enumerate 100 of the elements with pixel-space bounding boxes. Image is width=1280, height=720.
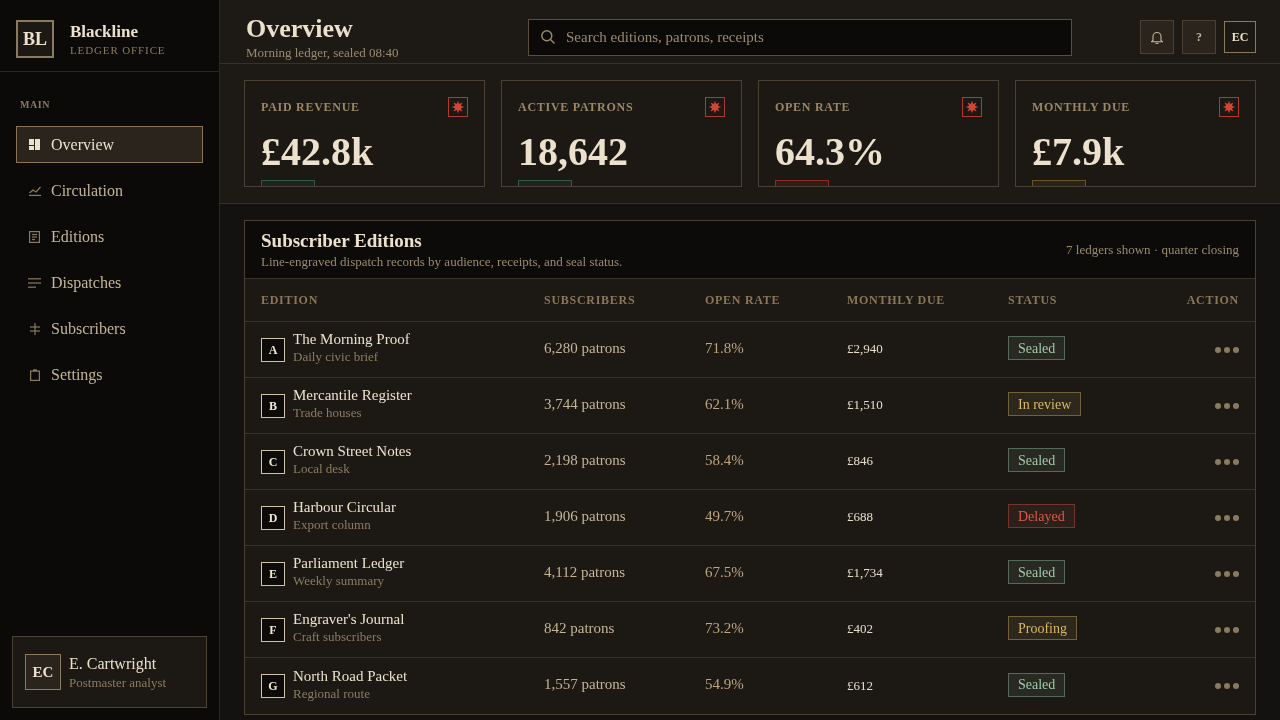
user-avatar: EC [25, 654, 61, 690]
status-badge: Proofing [1008, 616, 1077, 640]
table-cell-text: 6,280 patrons [544, 338, 626, 358]
table-cell-text: 54.9% [705, 675, 744, 695]
clipboard-icon [29, 368, 40, 381]
page-title: Overview [246, 14, 353, 44]
column-header: MONTHLY DUE [847, 292, 946, 309]
search-field[interactable]: Search editions, patrons, receipts [528, 19, 1072, 56]
starburst-icon [1219, 97, 1239, 117]
table-cell-text: £1,734 [847, 564, 883, 583]
initial-tile: C [261, 449, 285, 474]
table-cell-text: 67.5% [705, 562, 744, 582]
status-badge: In review [1008, 392, 1082, 416]
document-icon [29, 230, 40, 243]
sidebar-item[interactable]: Circulation [16, 172, 203, 209]
initial-tile: G [261, 674, 285, 698]
table-cell-text: 49.7% [705, 506, 744, 526]
more-icon[interactable] [1215, 570, 1239, 577]
notifications-button[interactable] [1140, 20, 1174, 54]
more-icon[interactable] [1215, 626, 1239, 633]
more-icon[interactable] [1215, 514, 1239, 521]
stat-value: 18,642 [518, 132, 628, 172]
status-badge: Delayed [1008, 504, 1075, 528]
sidebar-item[interactable]: Overview [16, 126, 203, 163]
table-description: Line-engraved dispatch records by audience, receipts, and seal status. [261, 252, 623, 270]
column-header: OPEN RATE [705, 292, 781, 309]
edition-name: Engraver's Journal [293, 610, 405, 629]
starburst-icon [448, 97, 468, 117]
edition-name: The Morning Proof [293, 330, 410, 349]
initial-tile: E [261, 561, 285, 586]
table-cell-text: 1,906 patrons [544, 506, 626, 526]
table-cell-text: £2,940 [847, 340, 883, 359]
table-cell-text: 71.8% [705, 338, 744, 358]
brand-logo: BL [16, 20, 54, 58]
dashboard-icon [29, 139, 40, 150]
sidebar-item[interactable]: Editions [16, 218, 203, 255]
column-header: EDITION [261, 292, 319, 309]
table-cell-text: £688 [847, 508, 873, 527]
stat-label: ACTIVE PATRONS [518, 99, 634, 116]
edition-subtitle: Craft subscribers [293, 629, 382, 645]
edition-subtitle: Daily civic brief [293, 349, 379, 365]
search-icon [541, 30, 555, 44]
user-name: E. Cartwright [69, 653, 157, 674]
stat-label: PAID REVENUE [261, 99, 360, 116]
brand-name: Blackline [70, 22, 139, 42]
section-label: MAIN [20, 99, 51, 111]
stat-value: £42.8k [261, 132, 374, 172]
status-badge: Sealed [1008, 560, 1066, 584]
table-cell-text: 1,557 patrons [544, 675, 626, 695]
edition-name: Parliament Ledger [293, 554, 405, 573]
lines-icon [28, 277, 41, 288]
table-cell-text: 73.2% [705, 618, 744, 638]
edition-name: Harbour Circular [293, 498, 396, 517]
status-badge: Sealed [1008, 336, 1066, 360]
bell-icon [1151, 30, 1163, 44]
column-header: STATUS [1008, 292, 1058, 309]
table-title: Subscriber Editions [261, 229, 422, 252]
edition-name: North Road Packet [293, 666, 408, 686]
brand-subtitle: LEDGER OFFICE [70, 43, 166, 57]
table-cell-text: 3,744 patrons [544, 394, 626, 414]
table-cell-text: £402 [847, 620, 873, 639]
table-cell-text: 2,198 patrons [544, 450, 626, 470]
table-cell-text: £612 [847, 676, 873, 695]
more-icon[interactable] [1215, 402, 1239, 409]
sidebar-item[interactable]: Subscribers [16, 310, 203, 347]
edition-name: Mercantile Register [293, 386, 412, 405]
stat-label: MONTHLY DUE [1032, 99, 1131, 116]
edition-subtitle: Regional route [293, 685, 370, 702]
avatar-button[interactable]: EC [1224, 21, 1256, 53]
edition-subtitle: Weekly summary [293, 573, 384, 589]
table-meta: 7 ledgers shown · quarter closing [1066, 241, 1239, 258]
column-header: ACTION [1186, 292, 1239, 309]
stat-label: OPEN RATE [775, 99, 851, 116]
line-chart-icon [28, 185, 41, 196]
sidebar-item[interactable]: Dispatches [16, 264, 203, 301]
table-cell-text: 62.1% [705, 394, 744, 414]
edition-name: Crown Street Notes [293, 442, 412, 461]
starburst-icon [705, 97, 725, 117]
stat-value: £7.9k [1032, 132, 1125, 172]
edition-subtitle: Export column [293, 517, 371, 533]
initial-tile: F [261, 617, 285, 642]
page-subtitle: Morning ledger, sealed 08:40 [246, 45, 399, 61]
column-header: SUBSCRIBERS [544, 292, 636, 309]
status-badge: Sealed [1008, 448, 1066, 472]
edition-subtitle: Local desk [293, 461, 350, 477]
initial-tile: D [261, 505, 285, 530]
table-cell-text: 58.4% [705, 450, 744, 470]
table-cell-text: 842 patrons [544, 618, 615, 638]
help-button[interactable]: ? [1182, 20, 1216, 54]
starburst-icon [962, 97, 982, 117]
more-icon[interactable] [1215, 346, 1239, 353]
sidebar-item[interactable]: Settings [16, 356, 203, 393]
table-cell-text: £1,510 [847, 396, 883, 415]
double-cross-icon [29, 322, 40, 335]
table-cell-text: 4,112 patrons [544, 562, 626, 582]
more-icon[interactable] [1215, 683, 1239, 689]
more-icon[interactable] [1215, 458, 1239, 465]
user-role: Postmaster analyst [69, 673, 167, 691]
initial-tile: A [261, 337, 285, 362]
status-badge: Sealed [1008, 672, 1066, 697]
